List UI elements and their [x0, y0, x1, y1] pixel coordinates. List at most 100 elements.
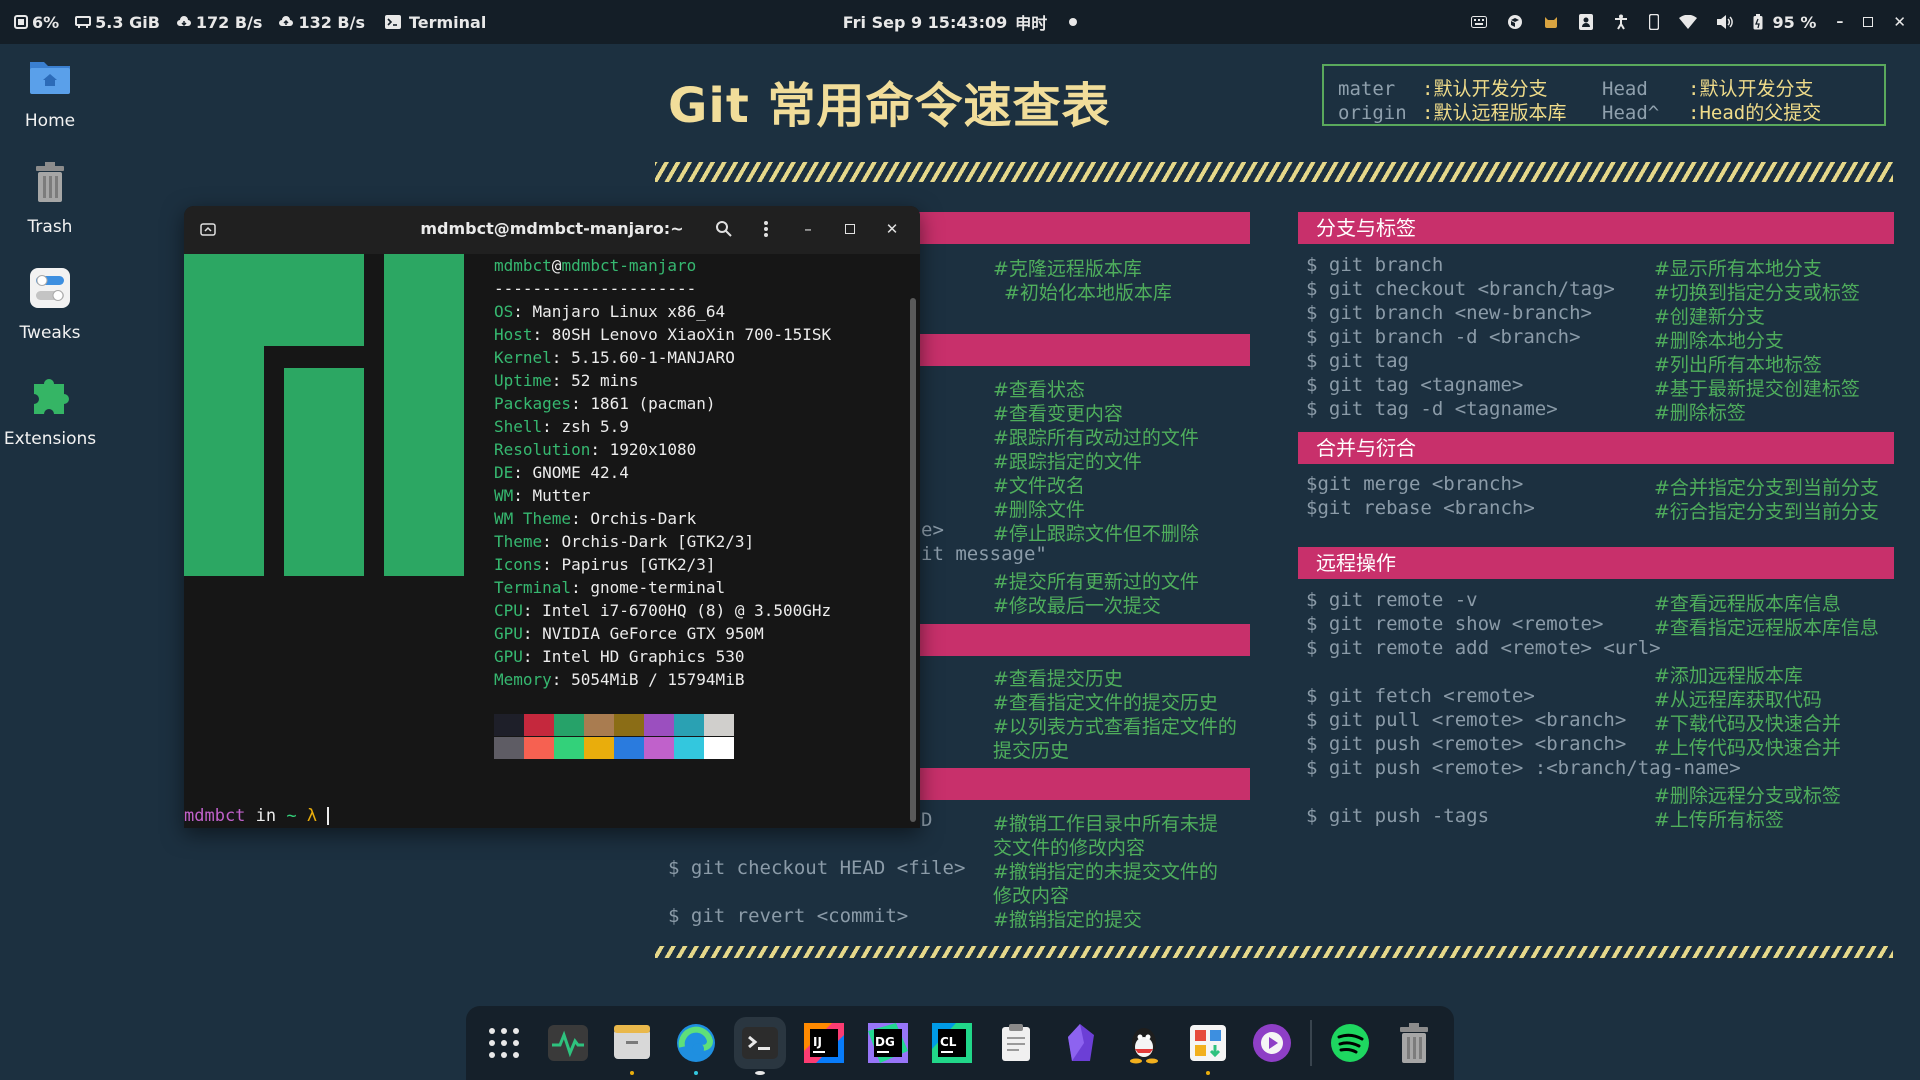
menu-kebab-icon[interactable]: [755, 218, 777, 240]
dock-item-files[interactable]: [606, 1017, 658, 1075]
command-text: $ git tag: [1306, 350, 1409, 372]
dock-item-qq[interactable]: [1118, 1017, 1170, 1069]
fetch-value: gnome-terminal: [590, 578, 726, 597]
system-stats[interactable]: 6% 5.3 GiB 172 B/s 132 B/s Terminal: [14, 13, 486, 32]
command-fragment: e>: [921, 519, 944, 541]
qq-icon: [1130, 1028, 1158, 1064]
fetch-colon: :: [513, 302, 533, 321]
fetch-value: Orchis-Dark: [590, 509, 697, 528]
command-comment: #跟踪指定的文件: [993, 451, 1142, 473]
fetch-value: 5.15.60-1-MANJARO: [571, 348, 735, 367]
volume-icon[interactable]: [1716, 15, 1733, 29]
command-comment: #文件改名: [993, 475, 1085, 497]
keyboard-icon[interactable]: [1470, 16, 1487, 28]
command-text: $ git push <remote> :<branch/tag-name>: [1306, 757, 1741, 779]
dock-item-clipboard[interactable]: [990, 1017, 1042, 1069]
fetch-line: GPU: Intel HD Graphics 530: [494, 647, 744, 666]
legend-row: mater:默认开发分支 Head:默认开发分支: [1338, 74, 1813, 101]
terminal-window[interactable]: mdmbct@mdmbct-manjaro:~ – ✕ mdmbct@mdmbc…: [184, 206, 920, 828]
cpu-usage[interactable]: 6%: [14, 13, 59, 32]
minimize-button[interactable]: –: [797, 218, 819, 240]
command-text: $ git remote add <remote> <url>: [1306, 637, 1661, 659]
cpu-icon: [14, 15, 28, 29]
search-icon[interactable]: [713, 218, 735, 240]
command-comment: #创建新分支: [1654, 306, 1765, 328]
desktop-icon-extensions[interactable]: Extensions: [0, 372, 100, 449]
datagrip-icon: DG: [868, 1023, 908, 1063]
command-comment: #基于最新提交创建标签: [1654, 378, 1860, 400]
memory-usage[interactable]: 5.3 GiB: [75, 13, 160, 32]
dock-item-app-grid[interactable]: [478, 1017, 530, 1069]
legend-value: :默认开发分支: [1422, 78, 1548, 100]
wifi-icon[interactable]: [1678, 15, 1697, 29]
dock-item-edge[interactable]: [670, 1017, 722, 1075]
fetch-colon: :: [571, 509, 591, 528]
clock-time: Fri Sep 9 15:43:09: [842, 12, 1008, 32]
close-icon[interactable]: ✕: [1893, 13, 1906, 31]
dock-item-intellij[interactable]: IJ: [798, 1017, 850, 1069]
minimize-icon[interactable]: –: [1836, 14, 1843, 30]
section-header-bar: [900, 334, 1250, 366]
desktop-icon-tweaks[interactable]: Tweaks: [0, 266, 100, 343]
svg-text:IJ: IJ: [813, 1035, 822, 1049]
running-indicator: [694, 1071, 698, 1075]
clock[interactable]: Fri Sep 9 15:43:09 申时: [843, 10, 1048, 34]
fetch-line: WM Theme: Orchis-Dark: [494, 509, 696, 528]
accessibility-icon[interactable]: [1613, 14, 1629, 30]
terminal-titlebar[interactable]: mdmbct@mdmbct-manjaro:~ – ✕: [184, 206, 920, 254]
dock-item-obsidian[interactable]: [1054, 1017, 1106, 1069]
edge-browser-icon: [677, 1024, 715, 1062]
fetch-key: Uptime: [494, 371, 552, 390]
dock-item-spotify[interactable]: [1324, 1017, 1376, 1069]
color-swatch: [584, 714, 614, 736]
phone-icon[interactable]: [1648, 14, 1659, 30]
clion-icon: CL: [932, 1023, 972, 1063]
fetch-colon: :: [571, 394, 591, 413]
fetch-key: Memory: [494, 670, 552, 689]
maximize-icon[interactable]: [1863, 17, 1874, 27]
net-download[interactable]: 172 B/s: [176, 13, 262, 32]
battery-status[interactable]: 95 %: [1753, 13, 1816, 32]
dock-item-clion[interactable]: CL: [926, 1017, 978, 1069]
command-fragment: it message": [921, 543, 1047, 565]
command-text: $ git branch: [1306, 254, 1444, 276]
desktop-icon-trash[interactable]: Trash: [0, 160, 100, 237]
section-remote: 远程操作: [1298, 547, 1894, 579]
command-comment: #修改最后一次提交: [993, 595, 1161, 617]
command-text: $ git push -tags: [1306, 805, 1490, 827]
maximize-button[interactable]: [839, 218, 861, 240]
command-comment: #添加远程版本库: [1654, 665, 1803, 687]
section-header-bar: [900, 212, 1250, 244]
dock-item-media-player[interactable]: [1246, 1017, 1298, 1069]
dock-item-datagrip[interactable]: DG: [862, 1017, 914, 1069]
command-fragment: D: [921, 809, 933, 831]
legend-key: origin: [1338, 102, 1407, 124]
package-icon[interactable]: [1507, 14, 1523, 30]
trash-icon: [1400, 1023, 1428, 1063]
active-app-menu[interactable]: Terminal: [384, 13, 486, 32]
fetch-colon: :: [551, 348, 572, 367]
dock-item-terminal[interactable]: [734, 1017, 786, 1075]
net-upload[interactable]: 132 B/s: [278, 13, 365, 32]
close-button[interactable]: ✕: [881, 218, 903, 240]
cat-icon[interactable]: [1543, 14, 1559, 30]
fetch-line: OS: Manjaro Linux x86_64: [494, 302, 725, 321]
fetch-line: Icons: Papirus [GTK2/3]: [494, 555, 716, 574]
command-text: $git merge <branch>: [1306, 473, 1524, 495]
contacts-icon[interactable]: [1578, 14, 1593, 30]
dock-item-software[interactable]: [1182, 1017, 1234, 1075]
desktop-icon-home[interactable]: Home: [0, 54, 100, 131]
fetch-key: Theme: [494, 532, 543, 551]
color-swatch: [674, 714, 704, 736]
command-comment: #查看指定文件的提交历史: [993, 692, 1218, 714]
fetch-key: Terminal: [494, 578, 572, 597]
fetch-key: WM: [494, 486, 514, 505]
legend-value: :Head的父提交: [1688, 102, 1822, 124]
command-comment: #删除文件: [993, 499, 1085, 521]
fetch-key: Host: [494, 325, 533, 344]
command-comment: #衍合指定分支到当前分支: [1654, 501, 1879, 523]
dock-item-trash[interactable]: [1388, 1017, 1440, 1069]
dock-item-system-monitor[interactable]: [542, 1017, 594, 1069]
shell-prompt[interactable]: mdmbct in ~ λ: [184, 806, 330, 826]
terminal-scrollbar[interactable]: [910, 298, 916, 822]
